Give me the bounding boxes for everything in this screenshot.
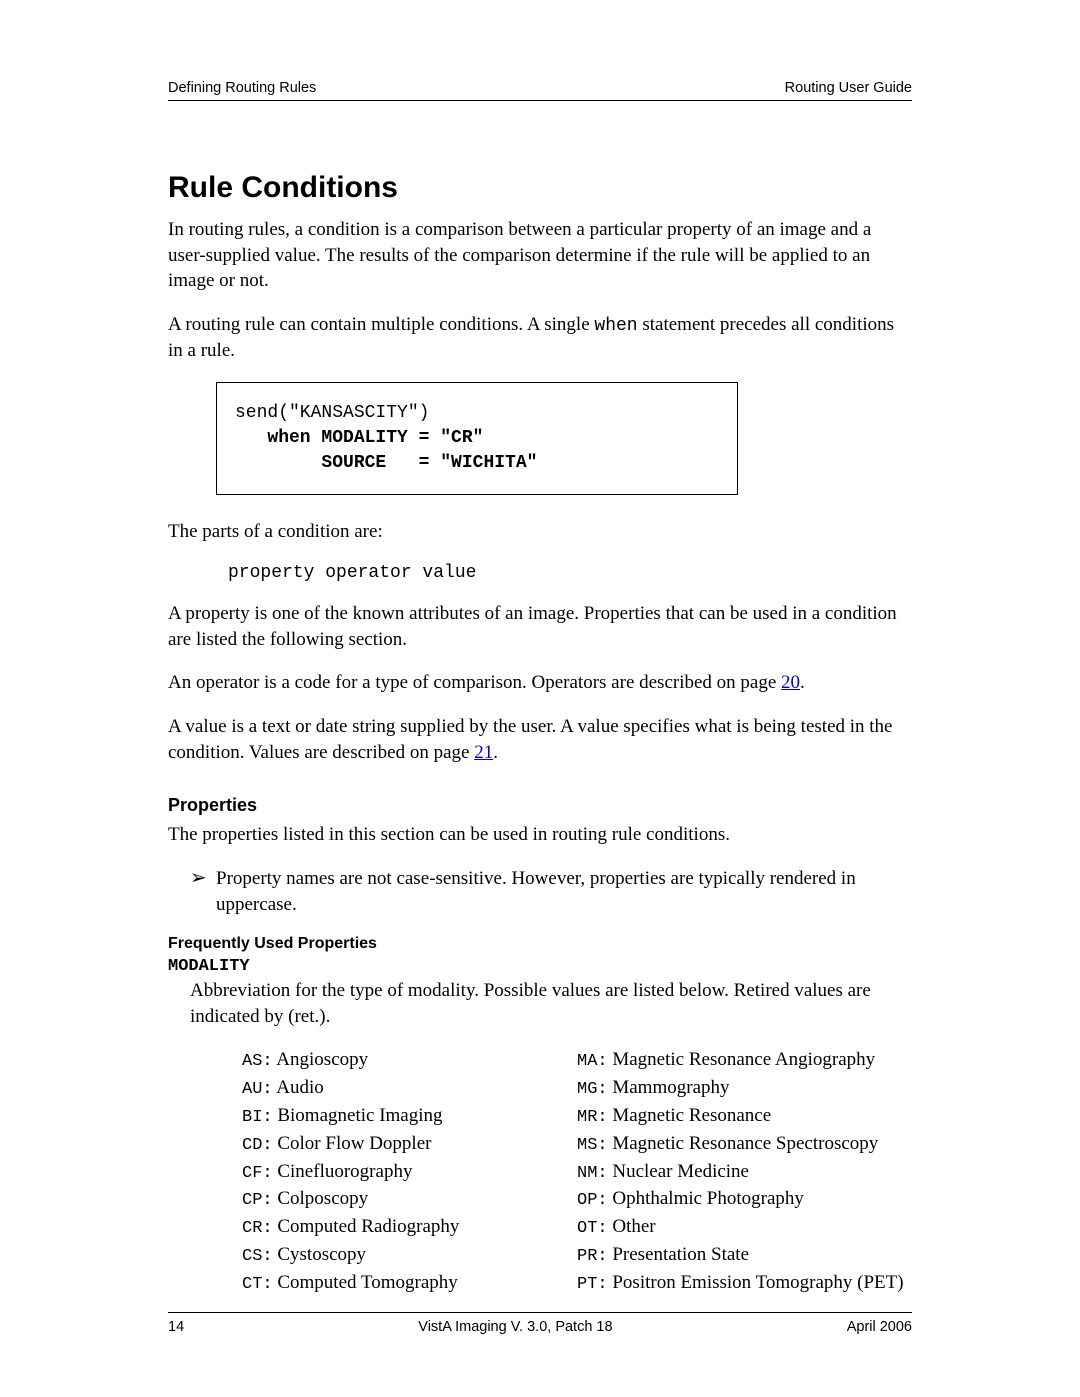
header-right: Routing User Guide: [785, 80, 912, 96]
text: A routing rule can contain multiple cond…: [168, 314, 594, 335]
modality-code: BI:: [242, 1108, 273, 1127]
modality-item: MS: Magnetic Resonance Spectroscopy: [577, 1131, 912, 1158]
modality-code: CT:: [242, 1275, 273, 1294]
code-line: send("KANSASCITY"): [235, 403, 429, 423]
arrow-icon: ➢: [190, 866, 216, 890]
document-page: Defining Routing Rules Routing User Guid…: [0, 0, 1080, 1397]
modality-label: Presentation State: [608, 1244, 749, 1265]
modality-item: OP: Ophthalmic Photography: [577, 1186, 912, 1213]
page-footer: 14 VistA Imaging V. 3.0, Patch 18 April …: [168, 1312, 912, 1335]
footer-center: VistA Imaging V. 3.0, Patch 18: [418, 1319, 612, 1335]
modality-code: PT:: [577, 1275, 608, 1294]
header-left: Defining Routing Rules: [168, 80, 316, 96]
modality-item: PT: Positron Emission Tomography (PET): [577, 1270, 912, 1297]
modality-code: CS:: [242, 1247, 273, 1266]
modality-label: Magnetic Resonance: [608, 1105, 772, 1126]
modality-code: CP:: [242, 1191, 273, 1210]
heading-frequently-used: Frequently Used Properties: [168, 935, 912, 953]
modality-code: OT:: [577, 1219, 608, 1238]
modality-code: NM:: [577, 1164, 608, 1183]
modality-item: NM: Nuclear Medicine: [577, 1159, 912, 1186]
paragraph: The properties listed in this section ca…: [168, 822, 912, 848]
modality-label: Computed Radiography: [273, 1216, 460, 1237]
modality-code: CR:: [242, 1219, 273, 1238]
modality-label: Ophthalmic Photography: [608, 1188, 804, 1209]
modality-description: Abbreviation for the type of modality. P…: [190, 978, 912, 1297]
paragraph: A value is a text or date string supplie…: [168, 714, 912, 765]
text: An operator is a code for a type of comp…: [168, 672, 781, 693]
footer-date: April 2006: [847, 1319, 912, 1335]
modality-item: CP: Colposcopy: [242, 1186, 577, 1213]
modality-label: Computed Tomography: [273, 1272, 458, 1293]
page-header: Defining Routing Rules Routing User Guid…: [168, 80, 912, 101]
modality-label: Angioscopy: [273, 1049, 369, 1070]
paragraph: A routing rule can contain multiple cond…: [168, 312, 912, 364]
modality-label: Color Flow Doppler: [273, 1133, 432, 1154]
modality-code: MS:: [577, 1136, 608, 1155]
heading-properties: Properties: [168, 795, 912, 816]
modality-code: CD:: [242, 1136, 273, 1155]
modality-item: CD: Color Flow Doppler: [242, 1131, 577, 1158]
modality-code: MG:: [577, 1080, 608, 1099]
code-block: send("KANSASCITY") when MODALITY = "CR" …: [216, 382, 738, 496]
modality-item: CR: Computed Radiography: [242, 1214, 577, 1241]
footer-page-number: 14: [168, 1319, 184, 1335]
modality-label: Cystoscopy: [273, 1244, 366, 1265]
modality-item: PR: Presentation State: [577, 1242, 912, 1269]
modality-column-left: AS: AngioscopyAU: AudioBI: Biomagnetic I…: [242, 1047, 577, 1297]
inline-code: when: [594, 316, 637, 336]
text: A value is a text or date string supplie…: [168, 716, 893, 763]
note-text: Property names are not case-sensitive. H…: [216, 866, 912, 917]
modality-item: AS: Angioscopy: [242, 1047, 577, 1074]
paragraph: Abbreviation for the type of modality. P…: [190, 978, 912, 1029]
modality-item: CF: Cinefluorography: [242, 1159, 577, 1186]
paragraph: In routing rules, a condition is a compa…: [168, 217, 912, 294]
modality-code: AU:: [242, 1080, 273, 1099]
modality-code: PR:: [577, 1247, 608, 1266]
modality-column-right: MA: Magnetic Resonance AngiographyMG: Ma…: [577, 1047, 912, 1297]
modality-item: AU: Audio: [242, 1075, 577, 1102]
text: .: [800, 672, 805, 693]
page-link-21[interactable]: 21: [474, 742, 493, 763]
modality-code: CF:: [242, 1164, 273, 1183]
code-line: SOURCE = "WICHITA": [235, 453, 537, 473]
property-name-modality: MODALITY: [168, 957, 912, 976]
paragraph: A property is one of the known attribute…: [168, 601, 912, 652]
modality-label: Cinefluorography: [273, 1161, 413, 1182]
modality-label: Magnetic Resonance Spectroscopy: [608, 1133, 879, 1154]
page-link-20[interactable]: 20: [781, 672, 800, 693]
modality-item: CS: Cystoscopy: [242, 1242, 577, 1269]
paragraph: An operator is a code for a type of comp…: [168, 670, 912, 696]
modality-item: MG: Mammography: [577, 1075, 912, 1102]
modality-item: OT: Other: [577, 1214, 912, 1241]
modality-label: Audio: [273, 1077, 324, 1098]
modality-item: BI: Biomagnetic Imaging: [242, 1103, 577, 1130]
modality-code: MR:: [577, 1108, 608, 1127]
modality-label: Biomagnetic Imaging: [273, 1105, 443, 1126]
modality-code: MA:: [577, 1052, 608, 1071]
note: ➢ Property names are not case-sensitive.…: [190, 866, 912, 917]
modality-table: AS: AngioscopyAU: AudioBI: Biomagnetic I…: [242, 1047, 912, 1297]
modality-label: Other: [608, 1216, 656, 1237]
modality-item: CT: Computed Tomography: [242, 1270, 577, 1297]
code-inline: property operator value: [228, 563, 912, 583]
paragraph: The parts of a condition are:: [168, 519, 912, 545]
modality-label: Positron Emission Tomography (PET): [608, 1272, 904, 1293]
modality-item: MA: Magnetic Resonance Angiography: [577, 1047, 912, 1074]
modality-label: Magnetic Resonance Angiography: [608, 1049, 876, 1070]
modality-label: Mammography: [608, 1077, 730, 1098]
modality-code: AS:: [242, 1052, 273, 1071]
heading-rule-conditions: Rule Conditions: [168, 171, 912, 205]
text: .: [493, 742, 498, 763]
modality-code: OP:: [577, 1191, 608, 1210]
modality-label: Nuclear Medicine: [608, 1161, 749, 1182]
modality-item: MR: Magnetic Resonance: [577, 1103, 912, 1130]
modality-label: Colposcopy: [273, 1188, 369, 1209]
code-line: when MODALITY = "CR": [235, 428, 483, 448]
